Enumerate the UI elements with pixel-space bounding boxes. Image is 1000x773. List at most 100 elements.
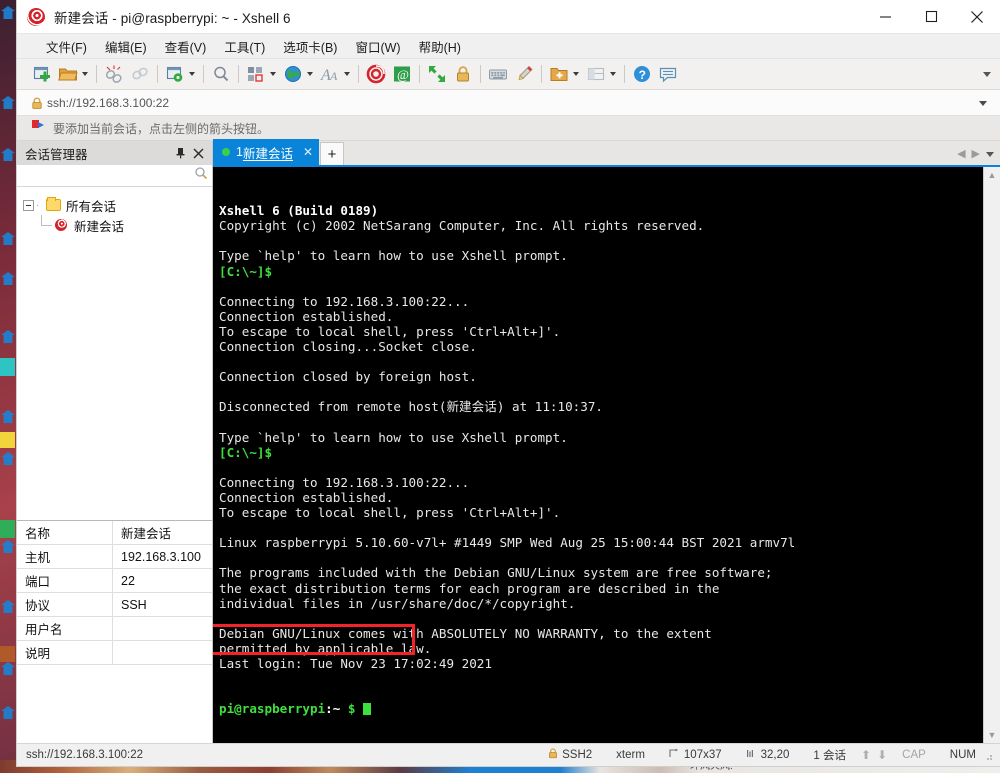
menu-item-window[interactable]: 窗口(W) [346,34,409,59]
desktop-icon[interactable] [1,96,15,109]
xshell-icon[interactable] [365,63,387,85]
tab-label: 新建会话 [242,146,293,161]
xshell-spiral-logo-icon [27,8,45,26]
search-icon[interactable] [194,166,208,185]
tree-node-new-session[interactable]: 新建会话 [23,215,212,235]
terminal-line: Copyright (c) 2002 NetSarang Computer, I… [219,218,705,234]
add-folder-icon[interactable] [548,63,570,85]
desktop-icon[interactable] [1,6,15,19]
session-manager-header: 会话管理器 [17,141,212,165]
menu-item-tabs[interactable]: 选项卡(B) [274,34,346,59]
new-session-icon[interactable] [31,63,53,85]
pin-icon[interactable] [172,144,188,162]
globe-dropdown-icon[interactable] [304,63,315,85]
desktop-icon[interactable] [1,662,15,675]
terminal-line: Type `help' to learn how to use Xshell p… [219,429,568,445]
session-search-input[interactable] [21,168,194,183]
minimize-icon[interactable] [862,0,908,34]
menu-item-file[interactable]: 文件(F) [37,34,96,59]
desktop-icon[interactable] [1,232,15,245]
desktop-icon[interactable] [1,330,15,343]
terminal-line: permitted by applicable law. [219,640,432,656]
cursor-pos-icon [746,748,756,762]
menu-item-tools[interactable]: 工具(T) [215,34,274,59]
session-search-row[interactable] [17,165,212,187]
keyboard-icon[interactable] [487,63,509,85]
terminal-scrollbar[interactable]: ▲ ▼ [983,167,1000,743]
desktop-icon[interactable] [1,148,15,161]
layout-icon[interactable] [585,63,607,85]
property-value: 192.168.3.100 [121,549,201,564]
maximize-icon[interactable] [908,0,954,34]
highlight-icon[interactable] [513,63,535,85]
toolbar-separator [203,65,204,83]
fullscreen-icon[interactable] [426,63,448,85]
scroll-up-icon[interactable]: ▲ [988,170,997,180]
open-folder-icon[interactable] [57,63,79,85]
menu-item-edit[interactable]: 编辑(E) [96,34,156,59]
terminal-line: [C:\~]$ [219,263,273,279]
layout-dropdown-icon[interactable] [607,63,618,85]
address-bar[interactable]: ssh://192.168.3.100:22 [17,90,1000,116]
scroll-down-icon[interactable]: ▼ [988,730,997,740]
toolbar-separator [624,65,625,83]
add-folder-dropdown-icon[interactable] [570,63,581,85]
globe-icon[interactable] [282,63,304,85]
session-spiral-icon [54,218,69,232]
tab-new-session[interactable]: 1 新建会话 ✕ [213,139,320,165]
disconnect-icon[interactable] [103,63,125,85]
new-tab-button[interactable]: + [320,142,345,165]
tree-node-all-sessions[interactable]: · 所有会话 [23,195,212,215]
status-size-cell: 107x37 [657,748,734,762]
menu-item-help[interactable]: 帮助(H) [410,34,470,59]
resize-grip[interactable] [982,750,992,760]
lock-icon[interactable] [452,63,474,85]
table-row: 名称 新建会话 [17,521,212,545]
open-folder-dropdown-icon[interactable] [79,63,90,85]
desktop-icon[interactable] [1,600,15,613]
help-icon[interactable]: ? [631,63,653,85]
collapse-icon[interactable] [23,199,34,211]
chat-icon[interactable] [657,63,679,85]
terminal-pane: 1 新建会话 ✕ + ◀ ▶ Xshell 6 (Build 0189) Copy… [213,139,1000,743]
chevron-left-icon[interactable]: ◀ [957,147,965,160]
session-properties-dropdown-icon[interactable] [186,63,197,85]
close-icon[interactable] [190,144,206,162]
reconnect-icon[interactable] [129,63,151,85]
session-properties-table: 名称 新建会话 主机 192.168.3.100 端口 22 协议 SSH 用户… [17,520,212,743]
chevron-down-icon[interactable] [986,144,994,162]
menu-item-view[interactable]: 查看(V) [156,34,216,59]
terminal-line: The programs included with the Debian GN… [219,565,773,581]
transfer-dropdown-icon[interactable] [267,63,278,85]
svg-text:@: @ [397,67,409,82]
lock-icon [548,748,558,762]
close-icon[interactable] [954,0,1000,34]
transfer-icon[interactable] [245,63,267,85]
font-icon[interactable]: A A [319,63,341,85]
desktop-icon[interactable] [1,410,15,423]
property-value: 22 [121,573,135,588]
find-icon[interactable] [210,63,232,85]
svg-text:?: ? [639,68,646,82]
status-num: NUM [949,749,976,761]
desktop-icon[interactable] [1,272,15,285]
toolbar-overflow-icon[interactable] [980,59,994,90]
chevron-right-icon[interactable]: ▶ [972,147,980,160]
desktop-icon[interactable] [1,452,15,465]
font-dropdown-icon[interactable] [341,63,352,85]
tab-status-dot-icon [222,148,230,156]
session-properties-icon[interactable] [164,63,186,85]
terminal-output[interactable]: Xshell 6 (Build 0189) Copyright (c) 2002 … [213,167,983,743]
terminal-line: Connection closing...Socket close. [219,339,477,355]
status-cap: CAP [902,749,926,761]
toolbar-separator [238,65,239,83]
desktop-icon[interactable] [1,706,15,719]
desktop-icon[interactable] [1,540,15,553]
property-value [113,641,212,664]
chevron-down-icon[interactable] [976,90,990,116]
xftp-icon[interactable]: @ [391,63,413,85]
close-icon[interactable]: ✕ [303,145,313,159]
